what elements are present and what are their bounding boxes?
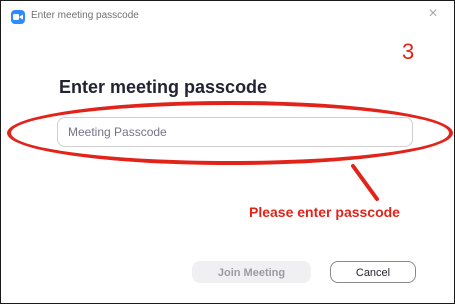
dialog-heading: Enter meeting passcode	[59, 77, 268, 97]
annotation-label: Please enter passcode	[249, 204, 400, 220]
passcode-dialog-window: Enter meeting passcode × 3 Enter meeting…	[0, 0, 455, 304]
cancel-button[interactable]: Cancel	[330, 261, 416, 283]
close-icon[interactable]: ×	[425, 6, 441, 22]
camera-icon	[11, 10, 25, 24]
join-meeting-button[interactable]: Join Meeting	[192, 261, 311, 283]
window-title: Enter meeting passcode	[31, 10, 139, 21]
step-number-annotation: 3	[402, 39, 415, 64]
passcode-input[interactable]	[57, 117, 413, 147]
title-bar: Enter meeting passcode ×	[1, 1, 454, 31]
